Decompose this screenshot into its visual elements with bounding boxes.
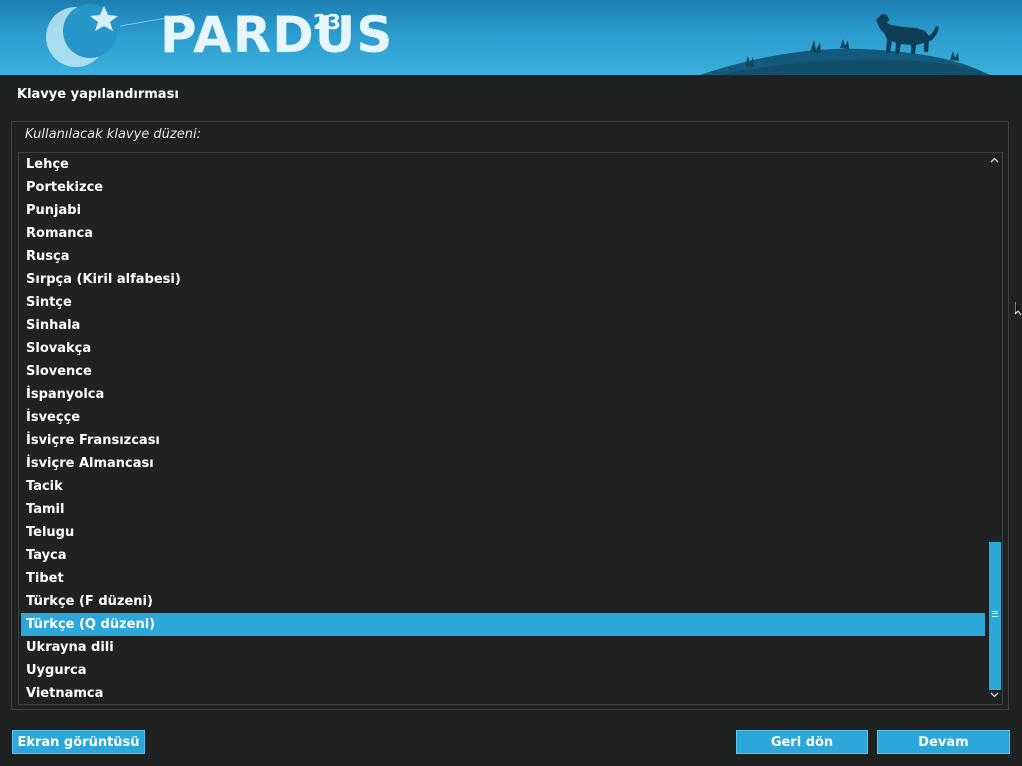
list-item[interactable]: Sırpça (Kiril alfabesi)	[21, 268, 985, 291]
scrollbar[interactable]	[987, 153, 1002, 704]
installer-banner: PARDUS 23	[0, 0, 1022, 75]
list-item[interactable]: İsveççe	[21, 406, 985, 429]
chevron-down-icon[interactable]	[987, 689, 1002, 703]
chevron-up-icon[interactable]	[987, 154, 1002, 168]
list-item[interactable]: Tayca	[21, 544, 985, 567]
banner-artwork	[46, 4, 990, 75]
list-item[interactable]: Portekizce	[21, 176, 985, 199]
list-item[interactable]: Sintçe	[21, 291, 985, 314]
list-item[interactable]: Romanca	[21, 222, 985, 245]
list-item[interactable]: Ukrayna dili	[21, 636, 985, 659]
list-item[interactable]: İsviçre Fransızcası	[21, 429, 985, 452]
mouse-cursor-icon	[1015, 302, 1022, 316]
list-item[interactable]: Uygurca	[21, 659, 985, 682]
list-item[interactable]: İsviçre Almancası	[21, 452, 985, 475]
keyboard-layout-prompt: Kullanılacak klavye düzeni:	[25, 127, 201, 142]
list-item-selected[interactable]: Türkçe (Q düzeni)	[21, 613, 985, 636]
list-item[interactable]: Rusça	[21, 245, 985, 268]
list-item[interactable]: Punjabi	[21, 199, 985, 222]
list-item[interactable]: Sinhala	[21, 314, 985, 337]
list-item[interactable]: Tacik	[21, 475, 985, 498]
keyboard-layout-listbox[interactable]: Lehçe Portekizce Punjabi Romanca Rusça Sırpça…	[18, 152, 1003, 705]
back-button[interactable]: Geri dön	[736, 730, 868, 754]
pardus-logo-version: 23	[313, 10, 341, 34]
page-title: Klavye yapılandırması	[17, 87, 179, 102]
list-item[interactable]: Telugu	[21, 521, 985, 544]
list-item[interactable]: İspanyolca	[21, 383, 985, 406]
list-item[interactable]: Vietnamca	[21, 682, 985, 705]
grip-icon	[992, 611, 998, 617]
list-item[interactable]: Tibet	[21, 567, 985, 590]
pardus-logo-text: PARDUS	[160, 6, 394, 64]
list-item[interactable]: Lehçe	[21, 153, 985, 176]
keyboard-layout-panel: Kullanılacak klavye düzeni: Lehçe Porteki…	[11, 121, 1009, 710]
screenshot-button[interactable]: Ekran görüntüsü	[12, 730, 145, 754]
continue-button[interactable]: Devam	[877, 730, 1010, 754]
leopard-silhouette-icon	[876, 14, 939, 54]
list-item[interactable]: Slovence	[21, 360, 985, 383]
list-item[interactable]: Tamil	[21, 498, 985, 521]
list-item[interactable]: Slovakça	[21, 337, 985, 360]
scrollbar-thumb[interactable]	[989, 542, 1001, 690]
list-item[interactable]: Türkçe (F düzeni)	[21, 590, 985, 613]
keyboard-layout-list: Lehçe Portekizce Punjabi Romanca Rusça Sırpça…	[21, 153, 985, 705]
